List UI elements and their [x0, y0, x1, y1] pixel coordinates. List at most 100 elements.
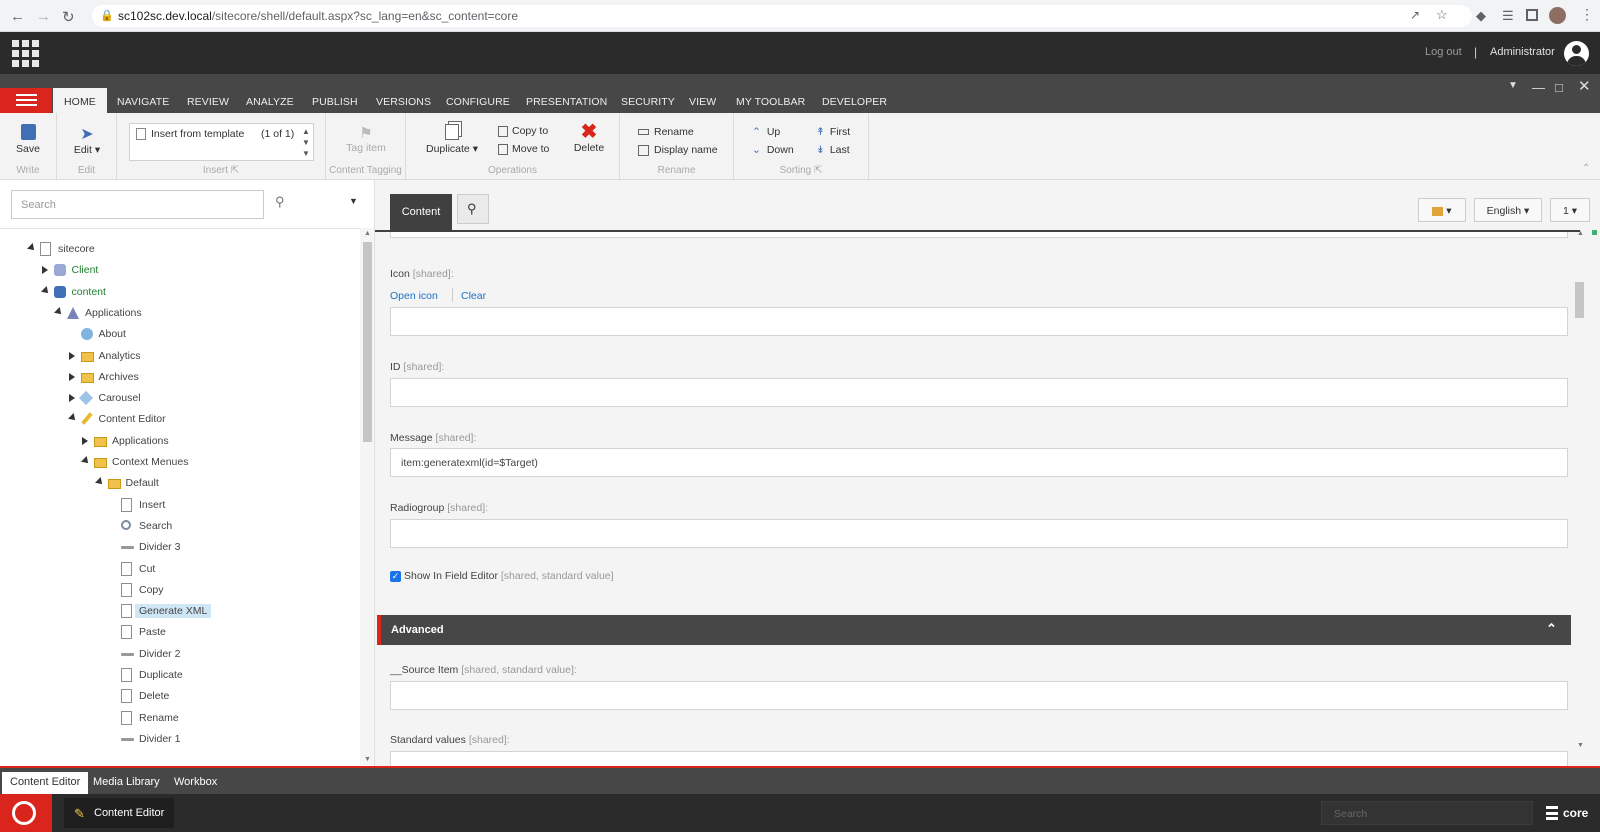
taskbar-content-editor[interactable]: ✎ Content Editor — [64, 798, 174, 828]
standard-values-input[interactable] — [390, 751, 1568, 766]
duplicate-button[interactable]: Duplicate ▾ — [424, 124, 480, 155]
address-bar[interactable]: 🔒 sc102sc.dev.local/sitecore/shell/defau… — [92, 5, 1472, 27]
hamburger-menu-icon[interactable] — [0, 88, 52, 113]
tree-node[interactable]: Copy — [0, 582, 355, 600]
tab-my-toolbar[interactable]: MY TOOLBAR — [736, 88, 805, 113]
tree-search-input[interactable]: Search — [11, 190, 264, 219]
tab-review[interactable]: REVIEW — [187, 88, 229, 113]
tab-analyze[interactable]: ANALYZE — [246, 88, 294, 113]
tree-node[interactable]: Duplicate — [0, 667, 355, 685]
forward-icon[interactable]: → — [36, 8, 51, 25]
tree-node[interactable]: Cut — [0, 561, 355, 579]
tree-node[interactable]: Context Menues — [0, 454, 355, 472]
clear-link[interactable]: Clear — [461, 290, 486, 302]
tree-node[interactable]: Divider 1 — [0, 731, 355, 749]
insert-from-template[interactable]: Insert from template — [151, 128, 244, 140]
tag-item-button[interactable]: ⚑ Tag item — [344, 124, 388, 154]
search-tab[interactable]: ⚲ — [457, 194, 489, 224]
tab-security[interactable]: SECURITY — [621, 88, 675, 113]
copy-to-button[interactable]: Copy to — [498, 125, 548, 137]
tree-node[interactable]: Content Editor — [0, 411, 355, 429]
close-icon[interactable]: ✕ — [1578, 77, 1591, 95]
tab-presentation[interactable]: PRESENTATION — [526, 88, 607, 113]
database-name[interactable]: core — [1563, 806, 1588, 820]
expand-open-icon[interactable] — [54, 306, 64, 317]
gallery-scroll-icon[interactable]: ▲ ▼ ▼ — [302, 126, 310, 159]
user-name[interactable]: Administrator — [1490, 46, 1555, 58]
scroll-up-icon[interactable]: ▲ — [364, 230, 371, 237]
tree-node[interactable]: Rename — [0, 710, 355, 728]
collapse-ribbon-icon[interactable]: ⌃ — [1582, 163, 1590, 174]
editor-scrollbar-thumb[interactable] — [1575, 282, 1584, 318]
launchpad-grid-icon[interactable] — [12, 40, 39, 67]
tab-publish[interactable]: PUBLISH — [312, 88, 358, 113]
tab-developer[interactable]: DEVELOPER — [822, 88, 887, 113]
move-to-button[interactable]: Move to — [498, 143, 549, 155]
sort-up-button[interactable]: ⌃ Up — [752, 126, 780, 138]
sidepanel-icon[interactable] — [1526, 9, 1538, 21]
tree-node[interactable]: Applications — [0, 433, 355, 451]
expand-closed-icon[interactable] — [68, 351, 75, 360]
bottom-tab-media-library[interactable]: Media Library — [85, 772, 168, 794]
tree-node[interactable]: Applications — [0, 305, 355, 323]
save-button[interactable]: Save — [10, 124, 46, 155]
expand-open-icon[interactable] — [40, 285, 51, 296]
back-icon[interactable]: ← — [10, 8, 25, 25]
icon-input[interactable] — [390, 307, 1568, 336]
expand-open-icon[interactable] — [81, 456, 91, 466]
tree-node[interactable]: Paste — [0, 624, 355, 642]
open-icon-link[interactable]: Open icon — [390, 290, 438, 302]
sitecore-start-icon[interactable] — [0, 794, 52, 832]
tree-node[interactable]: Insert — [0, 497, 355, 515]
expand-open-icon[interactable] — [94, 477, 105, 488]
delete-button[interactable]: ✖ Delete — [569, 122, 609, 154]
tab-navigate[interactable]: NAVIGATE — [117, 88, 169, 113]
tab-home[interactable]: HOME — [53, 88, 107, 113]
extensions-icon[interactable]: ◆ — [1476, 8, 1486, 24]
maximize-icon[interactable]: □ — [1555, 80, 1563, 95]
tree-node[interactable]: content — [0, 284, 355, 302]
tree-node[interactable]: Carousel — [0, 390, 355, 408]
editor-scroll-up-icon[interactable]: ▲ — [1577, 230, 1584, 237]
expand-open-icon[interactable] — [67, 413, 78, 424]
database-button[interactable]: ▾ — [1418, 198, 1466, 222]
tab-view[interactable]: VIEW — [689, 88, 716, 113]
minimize-icon[interactable]: — — [1532, 80, 1545, 95]
message-input[interactable]: item:generatexml(id=$Target) — [390, 448, 1568, 477]
sort-first-button[interactable]: ↟ First — [816, 126, 850, 138]
bottom-tab-content-editor[interactable]: Content Editor — [2, 772, 89, 794]
bookmark-star-icon[interactable]: ☆ — [1436, 7, 1448, 23]
editor-scroll-down-icon[interactable]: ▼ — [1577, 742, 1584, 749]
tree-node[interactable]: Archives — [0, 369, 355, 387]
id-input[interactable] — [390, 378, 1568, 407]
menu-dots-icon[interactable]: ⋮ — [1580, 6, 1594, 23]
language-dropdown[interactable]: English ▾ — [1474, 198, 1542, 222]
tree-node[interactable]: Default — [0, 475, 355, 493]
profile-avatar[interactable] — [1549, 7, 1566, 24]
search-options-dropdown-icon[interactable]: ▼ — [349, 196, 358, 206]
previous-field-input[interactable] — [390, 232, 1568, 238]
advanced-section-header[interactable]: Advanced ⌃ — [377, 615, 1571, 645]
insert-gallery[interactable]: Insert from template (1 of 1) ▲ ▼ ▼ — [129, 123, 314, 161]
media-icon[interactable]: ☰ — [1502, 8, 1514, 24]
tree-node[interactable]: Divider 3 — [0, 539, 355, 557]
version-dropdown[interactable]: 1 ▾ — [1550, 198, 1590, 222]
tree-node[interactable]: Client — [0, 262, 355, 280]
expand-open-icon[interactable] — [27, 243, 37, 253]
tree-node[interactable]: Search — [0, 518, 355, 536]
sort-down-button[interactable]: ⌄ Down — [752, 144, 794, 156]
expand-closed-icon[interactable] — [68, 394, 75, 403]
edit-button[interactable]: ➤ Edit ▾ — [69, 124, 105, 156]
tab-configure[interactable]: CONFIGURE — [446, 88, 510, 113]
reload-icon[interactable]: ↻ — [62, 8, 75, 26]
tree-node[interactable]: sitecore — [0, 241, 355, 259]
scroll-down-icon[interactable]: ▼ — [364, 756, 371, 763]
source-item-input[interactable] — [390, 681, 1568, 710]
dropdown-arrow-icon[interactable]: ▼ — [1508, 80, 1518, 91]
show-in-field-editor-checkbox[interactable]: ✓ — [390, 571, 401, 582]
user-avatar-icon[interactable] — [1564, 41, 1589, 66]
display-name-button[interactable]: Display name — [638, 144, 718, 156]
tree-node[interactable]: Delete — [0, 688, 355, 706]
expand-closed-icon[interactable] — [41, 266, 48, 275]
expand-closed-icon[interactable] — [68, 372, 75, 381]
